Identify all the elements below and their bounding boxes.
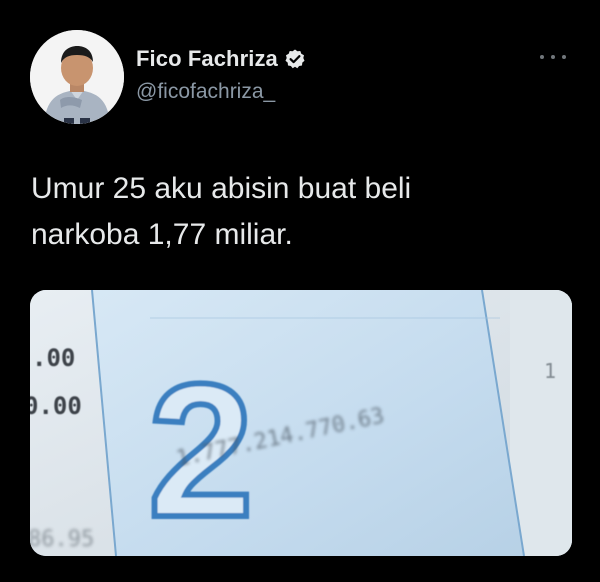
tweet-card: Fico Fachriza @ficofachriza_ Umur 25 aku… <box>0 0 600 582</box>
author-info[interactable]: Fico Fachriza @ficofachriza_ <box>136 44 306 104</box>
avatar[interactable] <box>30 30 124 124</box>
verified-badge-icon <box>284 48 306 70</box>
user-handle[interactable]: @ficofachriza_ <box>136 80 306 104</box>
left-amount-3: 86.95 <box>30 527 94 552</box>
profile-photo-icon <box>30 30 124 124</box>
ellipsis-icon <box>551 55 555 59</box>
more-options-button[interactable] <box>540 50 566 64</box>
tweet-text: Umur 25 aku abisin buat beli narkoba 1,7… <box>31 172 412 251</box>
ellipsis-icon <box>540 55 544 59</box>
display-name-row: Fico Fachriza <box>136 44 306 74</box>
left-amount-1: .00 <box>32 344 75 372</box>
ellipsis-icon <box>562 55 566 59</box>
display-name[interactable]: Fico Fachriza <box>136 46 278 72</box>
bank-slip-photo: 2 1.777.214.770.63 .00 0.00 86.95 1 <box>30 290 572 556</box>
right-digit: 1 <box>544 359 556 383</box>
tweet-media-image[interactable]: 2 1.777.214.770.63 .00 0.00 86.95 1 <box>30 290 572 556</box>
left-amount-2: 0.00 <box>30 392 82 420</box>
